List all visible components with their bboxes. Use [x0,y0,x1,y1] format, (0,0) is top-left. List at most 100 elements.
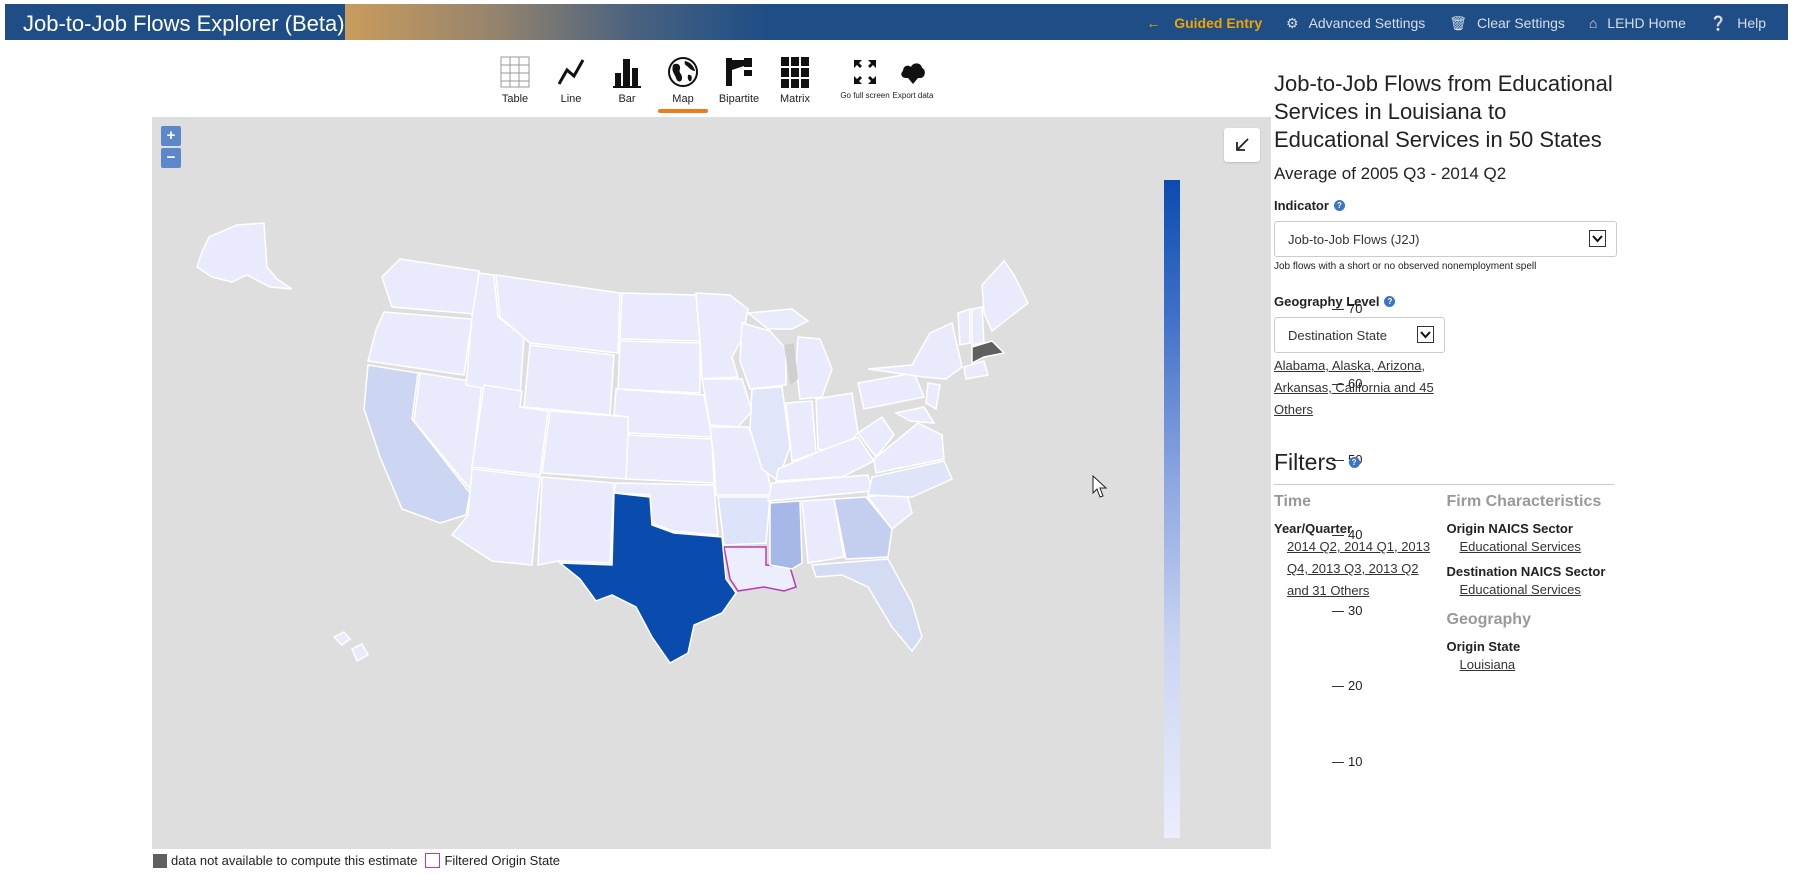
state-colorado [541,410,631,480]
top-navigation: ← Guided Entry ⚙ Advanced Settings 🗑 Clear… [1126,15,1766,32]
geography-level-select[interactable]: Destination State [1274,317,1445,353]
destination-states-link[interactable]: Alabama, Alaska, Arizona, Arkansas, Cali… [1274,355,1444,421]
state-vermont [957,307,971,346]
settings-panel: Job-to-Job Flows from Educational Servic… [1274,70,1619,676]
state-hawaii [332,631,352,646]
help-icon[interactable]: ? [1348,457,1360,468]
line-view-button[interactable]: Line [544,53,598,105]
cloud-download-icon [886,53,940,91]
indicator-label: Indicator? [1274,198,1619,213]
help-link[interactable]: ❔ Help [1700,15,1766,31]
bar-chart-icon [600,53,654,91]
filters-columns: Time Year/Quarter 2014 Q2, 2014 Q1, 2013… [1274,493,1619,676]
time-period-subtitle: Average of 2005 Q3 - 2014 Q2 [1274,164,1507,183]
state-minnesota [695,292,749,380]
state-michigan [795,336,833,400]
origin-naics-link[interactable]: Educational Services [1460,536,1620,558]
clear-settings-link[interactable]: 🗑 Clear Settings [1439,15,1565,31]
state-new-jersey [925,382,941,411]
zoom-out-button[interactable]: − [161,148,181,168]
state-north-dakota [619,292,701,342]
no-data-label: data not available to compute this estim… [171,853,418,868]
indicator-description: Job flows with a short or no observed no… [1274,261,1537,272]
state-new-york [867,321,963,380]
filters-divider [1274,484,1614,485]
zoom-in-button[interactable]: + [161,126,181,146]
state-mississippi [769,500,803,570]
time-heading: Time [1274,493,1312,510]
firm-filter-column: Firm Characteristics Origin NAICS Sector… [1447,493,1620,676]
filters-heading: Filters? [1274,449,1619,476]
state-connecticut [963,360,989,380]
app-title: Job-to-Job Flows Explorer (Beta) [23,11,345,36]
bipartite-icon [712,53,766,91]
chevron-down-icon [1589,230,1606,247]
state-indiana [785,400,817,463]
map-footer-legend: data not available to compute this estim… [153,853,560,868]
tick-mark [1332,686,1344,688]
scale-tick-label: 20 [1332,678,1362,693]
line-chart-icon [544,53,598,91]
state-wyoming [523,344,615,416]
origin-naics-label: Origin NAICS Sector [1446,521,1573,536]
fullscreen-icon [838,53,892,91]
state-arkansas [717,496,771,546]
trash-icon: 🗑 [1449,15,1467,31]
year-quarter-label: Year/Quarter [1274,521,1353,536]
map-panel[interactable]: + − [152,117,1271,849]
state-hawaii-island [351,643,370,663]
fullscreen-button[interactable]: Go full screen [838,53,892,100]
advanced-settings-link[interactable]: ⚙ Advanced Settings [1276,15,1425,31]
state-washington [381,258,480,315]
filtered-origin-swatch [425,853,441,868]
chevron-down-icon [1417,326,1434,343]
table-view-button[interactable]: Table [488,53,542,105]
state-maryland [893,406,936,424]
firm-characteristics-heading: Firm Characteristics [1446,493,1602,510]
indicator-select[interactable]: Job-to-Job Flows (J2J) [1274,221,1617,257]
state-pennsylvania [857,372,926,410]
tick-mark [1332,761,1344,763]
year-quarter-link[interactable]: 2014 Q2, 2014 Q1, 2013 Q4, 2013 Q3, 2013… [1287,536,1437,602]
visualization-toolbar: Table Line Bar Map Bipartite Matrix Go f… [488,53,948,113]
state-iowa [701,378,753,428]
state-michigan-upper [746,308,810,330]
origin-state-label: Origin State [1446,639,1521,654]
color-scale-bar [1164,180,1180,838]
origin-state-link[interactable]: Louisiana [1460,654,1620,676]
zoom-controls: + − [161,126,181,170]
bipartite-view-button[interactable]: Bipartite [712,53,766,105]
collapse-panel-button[interactable] [1224,128,1260,162]
state-nebraska [613,388,713,438]
state-oregon [367,311,473,376]
state-new-mexico [537,476,615,566]
destination-naics-link[interactable]: Educational Services [1460,579,1620,601]
matrix-view-button[interactable]: Matrix [768,53,822,105]
no-data-swatch [153,853,167,868]
gear-icon: ⚙ [1286,15,1299,31]
table-icon [488,53,542,91]
export-data-button[interactable]: Export data [886,53,940,100]
lehd-home-link[interactable]: ⌂ LEHD Home [1579,15,1686,31]
filtered-origin-label: Filtered Origin State [444,853,561,868]
state-kansas [625,434,715,484]
bar-view-button[interactable]: Bar [600,53,654,105]
state-alaska [196,222,293,290]
map-view-button[interactable]: Map [656,53,710,113]
geography-level-label: Geography Level? [1274,294,1619,309]
state-maine [981,259,1029,333]
help-icon[interactable]: ? [1333,200,1345,211]
guided-entry-link[interactable]: ← Guided Entry [1136,15,1262,31]
question-circle-icon: ❔ [1709,15,1728,31]
state-wisconsin [739,322,787,390]
mouse-cursor-icon [1092,475,1108,498]
time-filter-column: Time Year/Quarter 2014 Q2, 2014 Q1, 2013… [1274,493,1447,676]
destination-naics-label: Destination NAICS Sector [1446,564,1606,579]
state-florida [810,558,923,653]
state-new-hampshire [971,306,985,346]
arrow-left-icon: ← [1146,15,1161,31]
home-icon: ⌂ [1588,15,1598,31]
help-icon[interactable]: ? [1384,296,1396,307]
arrow-down-left-icon [1236,138,1249,151]
state-south-dakota [617,340,701,394]
